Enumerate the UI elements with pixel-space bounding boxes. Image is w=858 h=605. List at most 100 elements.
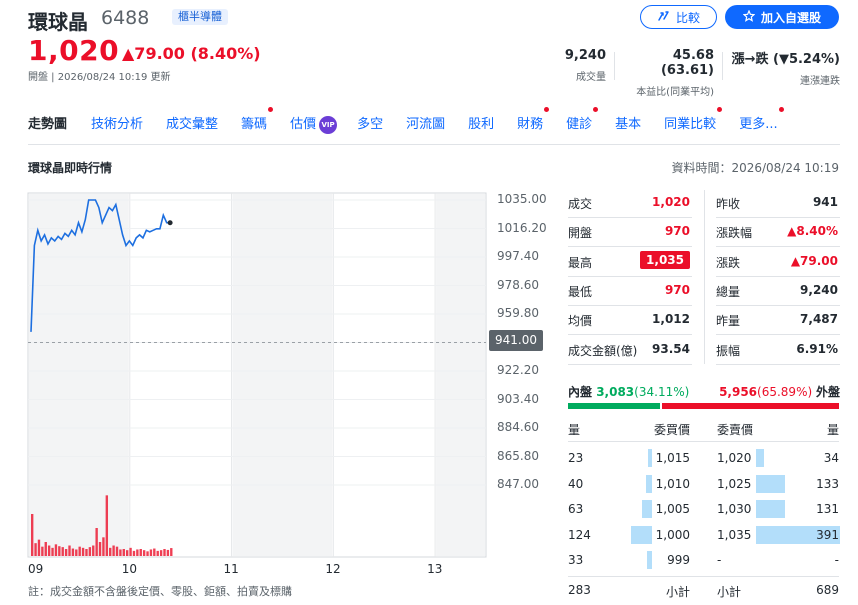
tab-label: 更多... xyxy=(739,117,778,132)
ask-qty: - xyxy=(834,553,839,567)
inner-bar xyxy=(568,403,661,409)
volume-bar xyxy=(31,514,34,556)
intraday-chart[interactable] xyxy=(0,0,560,580)
quote-row: 昨量 7,487 xyxy=(716,306,840,336)
ask-price: 1,030 xyxy=(717,502,752,516)
stat-volume-label: 成交量 xyxy=(576,72,606,83)
add-watchlist-label: 加入自選股 xyxy=(760,10,821,25)
outer-bar xyxy=(662,403,839,409)
bid-qty: 40 xyxy=(568,476,584,491)
tab-more[interactable]: 更多... xyxy=(739,107,784,137)
quote-row: 成交金額(億) 93.54 xyxy=(568,336,692,365)
volume-bar xyxy=(102,537,105,556)
bid-qty: 124 xyxy=(568,527,591,542)
orderbook-header-ask-qty: 量 xyxy=(826,423,839,437)
bid-price: 1,010 xyxy=(655,476,690,491)
quote-label: 昨量 xyxy=(716,314,741,329)
volume-bar xyxy=(34,543,37,556)
new-dot xyxy=(593,107,599,112)
quote-value: 1,035 xyxy=(640,250,690,269)
volume-bar xyxy=(163,549,166,556)
ask-qty: 391 xyxy=(816,527,839,542)
volume-bar xyxy=(109,547,112,556)
volume-bar xyxy=(149,549,153,556)
quote-label: 漲跌 xyxy=(716,255,741,270)
bid-volume-bar xyxy=(641,500,652,518)
quote-value: 93.54 xyxy=(652,341,690,356)
ask-total: 689 xyxy=(816,583,839,597)
ask-volume-bar xyxy=(756,474,785,493)
quote-value: 1,020 xyxy=(652,195,690,209)
quote-row: 振幅 6.91% xyxy=(716,336,840,365)
y-tick-label: 903.40 xyxy=(497,391,539,406)
stat-pe-value: 45.68 (63.61) xyxy=(660,48,714,78)
last-price-dot xyxy=(167,220,173,226)
new-dot xyxy=(778,107,784,112)
inout-bar xyxy=(568,403,839,409)
tab-basic[interactable]: 基本 xyxy=(615,113,641,137)
volume-bar xyxy=(51,547,54,556)
bid-qty: 23 xyxy=(568,451,584,465)
star-icon xyxy=(742,8,756,25)
volume-bar xyxy=(125,550,129,556)
y-tick-label: 847.00 xyxy=(497,477,539,491)
quote-label: 最低 xyxy=(568,284,593,299)
volume-bar xyxy=(85,549,88,556)
stat-volume: 9,240 成交量 xyxy=(560,48,606,83)
inner-value: 3,083 xyxy=(596,385,635,399)
volume-bar xyxy=(156,550,159,556)
volume-bar xyxy=(88,547,92,556)
volume-bar xyxy=(64,549,68,556)
volume-bar xyxy=(81,547,85,556)
stat-streak-label: 連漲連跌 xyxy=(800,76,840,87)
volume-bar xyxy=(61,547,64,556)
quote-row: 最低 970 xyxy=(568,277,692,306)
ask-price: 1,020 xyxy=(717,451,752,465)
quote-value: ▲79.00 xyxy=(790,253,838,268)
quote-label: 振幅 xyxy=(716,343,741,358)
volume-bar xyxy=(75,549,78,556)
orderbook-header-bid-qty: 量 xyxy=(568,423,581,437)
bid-price: 1,005 xyxy=(655,502,690,516)
y-tick-label: 865.80 xyxy=(497,448,539,463)
tab-label: 同業比較 xyxy=(664,117,717,132)
compare-label: 比較 xyxy=(675,10,700,25)
bid-price: 1,015 xyxy=(655,451,690,465)
volume-bar xyxy=(68,545,71,556)
quote-row: 成交 1,020 xyxy=(568,189,692,218)
quote-value: 1,012 xyxy=(652,312,690,327)
y-tick-label: 884.60 xyxy=(497,420,539,434)
stat-streak-value: 漲→跌 (▼5.24%) xyxy=(731,52,840,67)
quote-row: 總量 9,240 xyxy=(716,277,840,306)
compare-button[interactable]: 比較 xyxy=(640,5,717,29)
volume-bar xyxy=(170,548,173,556)
tab-health[interactable]: 健診 xyxy=(566,107,599,137)
quote-row: 開盤 970 xyxy=(568,218,692,248)
ask-qty: 34 xyxy=(823,451,839,465)
ask-volume-bar xyxy=(756,500,785,518)
x-tick-label: 10 xyxy=(121,562,138,576)
data-time: 資料時間：2026/08/24 10:19 xyxy=(671,161,839,175)
quote-row: 漲跌幅 ▲8.40% xyxy=(716,218,840,248)
volume-bar xyxy=(98,542,102,556)
volume-bar xyxy=(122,549,125,556)
outer-pct: (65.89%) xyxy=(757,385,813,399)
ask-price: 1,025 xyxy=(717,476,752,491)
volume-bar xyxy=(159,550,163,556)
volume-bar xyxy=(166,549,170,556)
quote-value: 6.91% xyxy=(796,341,838,356)
volume-bar xyxy=(92,545,95,556)
volume-bar xyxy=(37,539,41,556)
quote-label: 漲跌幅 xyxy=(716,226,753,241)
inner-label: 內盤 xyxy=(568,385,593,399)
bid-total-label: 小計 xyxy=(665,585,690,599)
volume-bar xyxy=(132,550,136,556)
volume-bar xyxy=(44,542,47,556)
add-watchlist-button[interactable]: 加入自選股 xyxy=(725,5,839,29)
volume-bar xyxy=(115,546,119,556)
tab-peer[interactable]: 同業比較 xyxy=(664,107,723,137)
tab-label: 基本 xyxy=(615,117,642,132)
bid-total: 283 xyxy=(568,583,591,597)
stat-divider xyxy=(722,52,723,80)
stat-streak: 漲→跌 (▼5.24%) 連漲連跌 xyxy=(726,48,840,87)
